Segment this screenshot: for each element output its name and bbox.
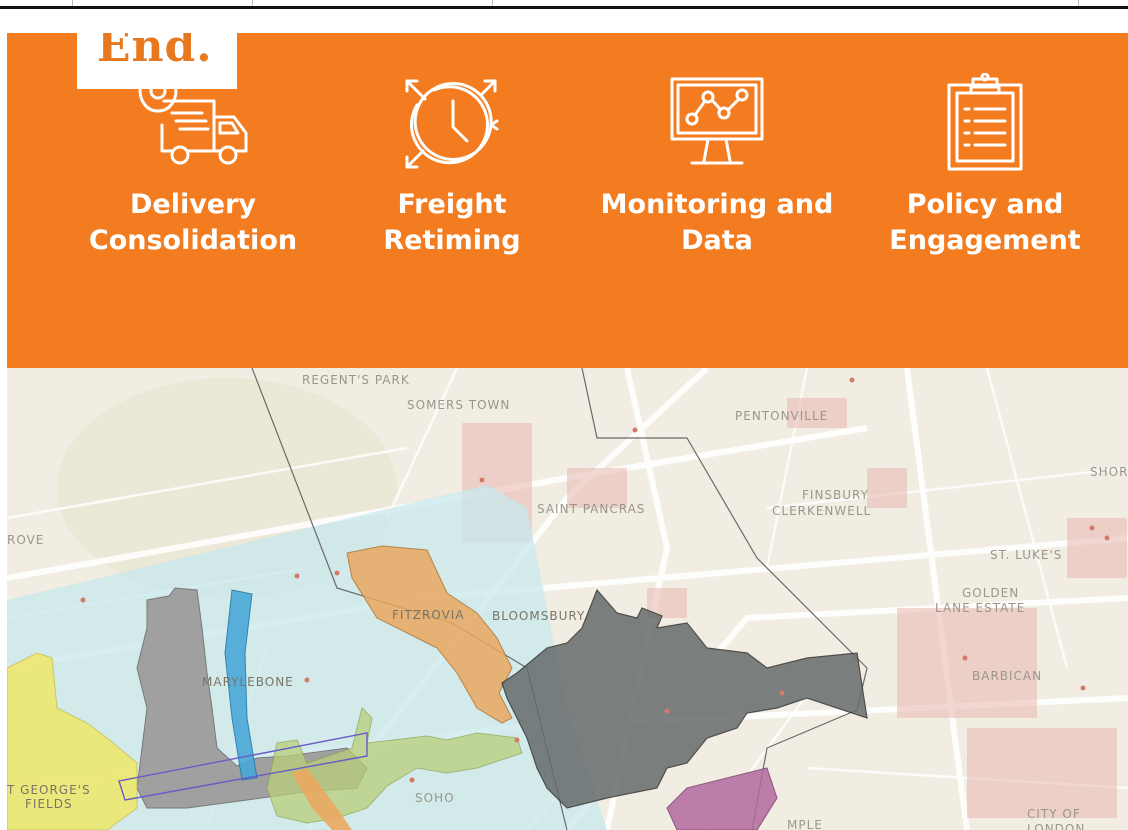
place-label: T GEORGE'S: [7, 783, 91, 797]
top-rule: [0, 6, 1128, 9]
map-canvas: [7, 368, 1128, 830]
browser-top-edge: [0, 0, 1128, 9]
feature-label-line: Retiming: [383, 225, 521, 256]
place-label: SOHO: [415, 791, 455, 805]
place-label: SAINT PANCRAS: [537, 502, 646, 516]
clipboard-checklist-icon: [947, 73, 1023, 171]
central-london-map[interactable]: REGENT'S PARK SOMERS TOWN PENTONVILLE SH…: [7, 368, 1128, 830]
feature-monitoring-and-data[interactable]: Monitoring and Data: [597, 73, 837, 259]
feature-label-line: Engagement: [889, 225, 1081, 256]
place-label: BARBICAN: [972, 669, 1043, 683]
feature-label: Delivery Consolidation: [73, 187, 313, 259]
feature-freight-retiming[interactable]: Freight Retiming: [332, 73, 572, 259]
logo-text: End.: [97, 33, 213, 72]
place-label: FINSBURY: [802, 488, 869, 502]
place-label: CLERKENWELL: [772, 504, 872, 518]
place-label: FITZROVIA: [392, 608, 465, 622]
place-label: SOMERS TOWN: [407, 398, 511, 412]
place-label: GOLDEN: [962, 586, 1020, 600]
place-label: CITY OF: [1027, 807, 1081, 821]
feature-label: Monitoring and Data: [597, 187, 837, 259]
logo[interactable]: End.: [77, 33, 237, 89]
place-label: BLOOMSBURY: [492, 609, 586, 623]
feature-label: Freight Retiming: [332, 187, 572, 259]
place-label: SHOR: [1090, 465, 1128, 479]
feature-label-line: Policy and: [906, 189, 1064, 220]
feature-delivery-consolidation[interactable]: Delivery Consolidation: [73, 73, 313, 259]
feature-label-line: Data: [681, 225, 753, 256]
feature-banner: End. Delivery Consolidation Freight Reti…: [7, 33, 1128, 368]
place-label: ROVE: [7, 533, 45, 547]
place-label: MPLE: [787, 818, 823, 830]
place-label: MARYLEBONE: [202, 675, 294, 689]
place-label: LANE ESTATE: [935, 601, 1026, 615]
feature-label-line: Consolidation: [88, 225, 298, 256]
feature-policy-and-engagement[interactable]: Policy and Engagement: [865, 73, 1105, 259]
monitor-chart-icon: [670, 77, 764, 165]
place-label: REGENT'S PARK: [302, 373, 410, 387]
feature-label: Policy and Engagement: [865, 187, 1105, 259]
feature-label-line: Monitoring and: [600, 189, 834, 220]
place-label: LONDON: [1027, 822, 1086, 830]
place-label: ST. LUKE'S: [990, 548, 1063, 562]
feature-label-line: Freight: [397, 189, 507, 220]
place-label: PENTONVILLE: [735, 409, 829, 423]
feature-label-line: Delivery: [129, 189, 257, 220]
place-label: FIELDS: [25, 797, 73, 811]
clock-retiming-icon: [405, 79, 499, 169]
